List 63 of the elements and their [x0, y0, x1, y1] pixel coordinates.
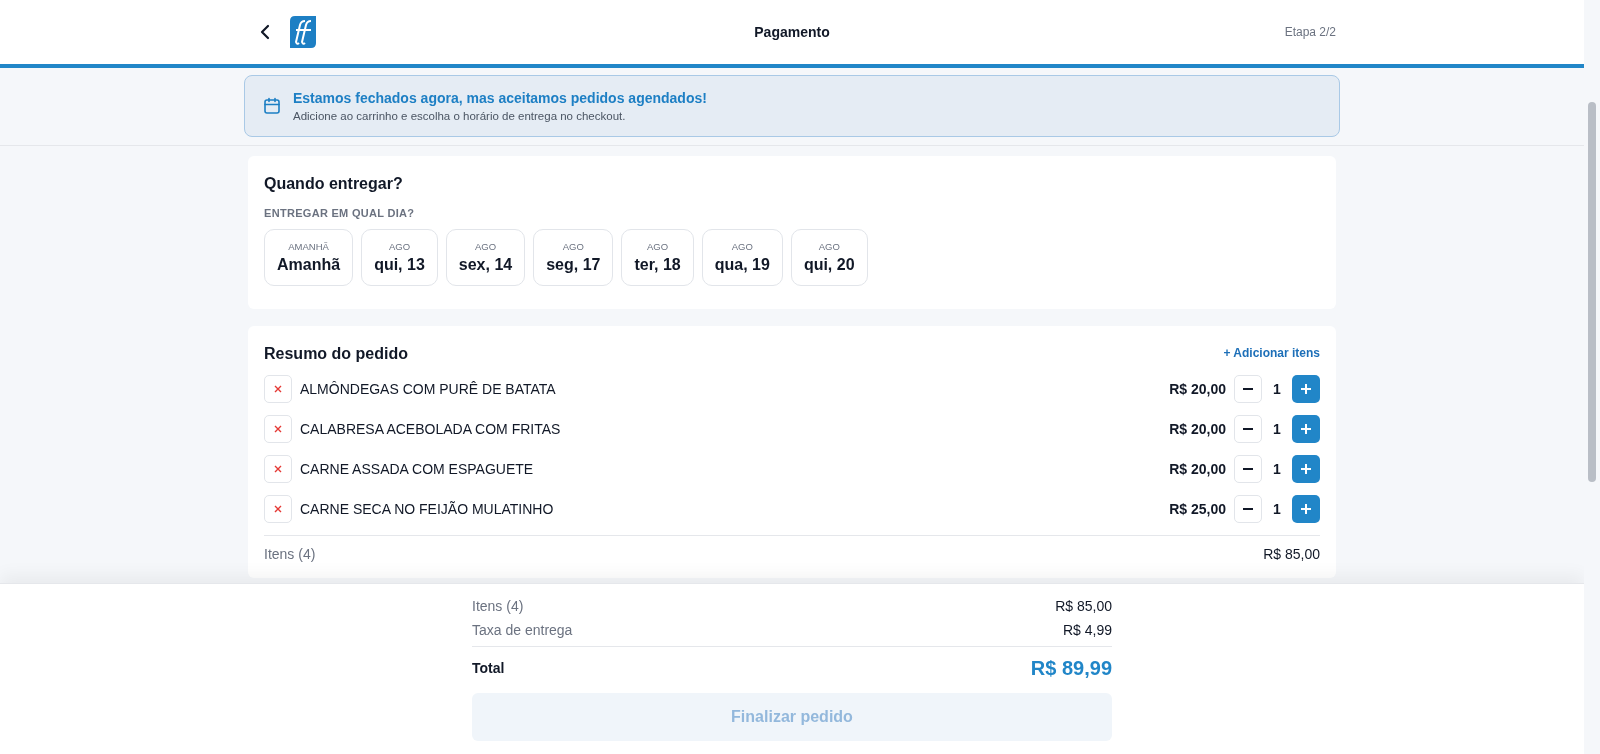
minus-icon — [1243, 508, 1253, 510]
decrease-button[interactable] — [1234, 415, 1262, 443]
banner-text: Adicione ao carrinho e escolha o horário de entrega no checkout. — [293, 110, 627, 122]
remove-button[interactable] — [264, 455, 292, 483]
item-quantity: 1 — [1272, 381, 1282, 397]
summary-label: Itens (4) — [264, 546, 316, 562]
back-icon[interactable] — [260, 24, 270, 40]
section-title: Quando entregar? — [264, 175, 404, 193]
summary-value: R$ 85,00 — [1055, 598, 1112, 614]
decrease-button[interactable] — [1234, 455, 1262, 483]
minus-icon — [1243, 468, 1253, 470]
day-option[interactable]: AGO qui, 13 — [361, 229, 438, 286]
increase-button[interactable] — [1292, 455, 1320, 483]
item-quantity: 1 — [1272, 421, 1282, 437]
item-price: R$ 20,00 — [1169, 421, 1226, 437]
day-label: ENTREGAR EM QUAL DIA? — [264, 207, 416, 219]
item-price: R$ 20,00 — [1169, 381, 1226, 397]
section-title: Resumo do pedido — [264, 345, 408, 363]
remove-button[interactable] — [264, 495, 292, 523]
day-option[interactable]: AGO ter, 18 — [621, 229, 694, 286]
total-value: R$ 89,99 — [1030, 656, 1112, 680]
minus-icon — [1243, 428, 1253, 430]
increase-button[interactable] — [1292, 415, 1320, 443]
close-icon — [274, 425, 282, 433]
remove-button[interactable] — [264, 375, 292, 403]
increase-button[interactable] — [1292, 375, 1320, 403]
close-icon — [274, 505, 282, 513]
summary-value: R$ 4,99 — [1062, 622, 1112, 638]
day-option[interactable]: AGO qui, 20 — [790, 229, 868, 286]
day-option[interactable]: AGO qua, 19 — [701, 229, 783, 286]
plus-icon — [1301, 424, 1311, 434]
item-name: CALABRESA ACEBOLADA COM FRITAS — [300, 421, 562, 437]
plus-icon — [1301, 384, 1311, 394]
remove-button[interactable] — [264, 415, 292, 443]
add-items-link[interactable]: + Adicionar itens — [1223, 345, 1320, 360]
close-icon — [274, 385, 282, 393]
item-name: CARNE SECA NO FEIJÃO MULATINHO — [300, 501, 555, 517]
plus-icon — [1301, 464, 1311, 474]
banner-title: Estamos fechados agora, mas aceitamos pedidos agendados! — [293, 90, 707, 106]
minus-icon — [1243, 388, 1253, 390]
summary-label: Taxa de entrega — [472, 622, 573, 638]
logo-icon[interactable] — [290, 16, 316, 48]
summary-value: R$ 85,00 — [1263, 546, 1320, 562]
increase-button[interactable] — [1292, 495, 1320, 523]
item-price: R$ 20,00 — [1169, 461, 1226, 477]
summary-label: Itens (4) — [472, 598, 524, 614]
page-title: Pagamento — [754, 24, 830, 40]
decrease-button[interactable] — [1234, 375, 1262, 403]
plus-icon — [1301, 504, 1311, 514]
calendar-icon — [263, 97, 281, 115]
item-name: CARNE ASSADA COM ESPAGUETE — [300, 461, 535, 477]
step-indicator: Etapa 2/2 — [1284, 25, 1336, 39]
decrease-button[interactable] — [1234, 495, 1262, 523]
day-option[interactable]: AGO seg, 17 — [533, 229, 614, 286]
day-option[interactable]: AGO sex, 14 — [445, 229, 526, 286]
item-quantity: 1 — [1272, 461, 1282, 477]
item-name: ALMÔNDEGAS COM PURÊ DE BATATA — [300, 381, 557, 397]
item-quantity: 1 — [1272, 501, 1282, 517]
day-option[interactable]: AMANHÃ Amanhã — [264, 229, 354, 286]
total-label: Total — [472, 660, 505, 676]
scrollbar[interactable] — [1588, 102, 1596, 482]
item-price: R$ 25,00 — [1169, 501, 1226, 517]
close-icon — [274, 465, 282, 473]
